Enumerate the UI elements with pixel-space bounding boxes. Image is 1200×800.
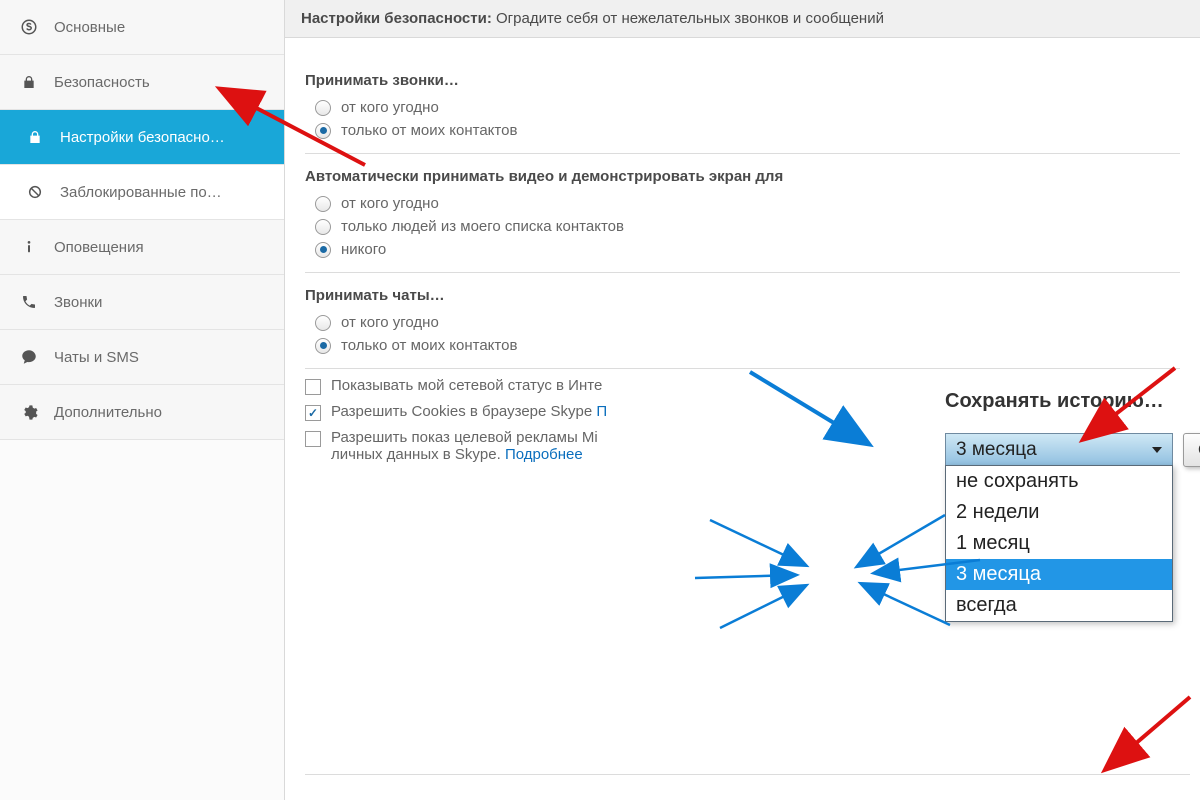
sidebar-item-security[interactable]: Безопасность <box>0 55 284 110</box>
radio-label: только от моих контактов <box>341 337 517 354</box>
radio-label: никого <box>341 241 386 258</box>
sidebar-label: Оповещения <box>54 239 144 256</box>
radio-icon <box>315 242 331 258</box>
section-chats-label: Принимать чаты… <box>305 287 1180 304</box>
sidebar-item-notifications[interactable]: Оповещения <box>0 220 284 275</box>
gear-icon <box>18 404 40 421</box>
checkbox-icon <box>305 405 321 421</box>
sidebar-label: Безопасность <box>54 74 150 91</box>
info-icon <box>18 239 40 255</box>
sidebar-item-advanced[interactable]: Дополнительно <box>0 385 284 440</box>
radio-video-anyone[interactable]: от кого угодно <box>315 195 1180 212</box>
sidebar-label: Дополнительно <box>54 404 162 421</box>
radio-calls-anyone[interactable]: от кого угодно <box>315 99 1180 116</box>
history-combo[interactable]: 3 месяца <box>945 433 1173 467</box>
sidebar-item-calls[interactable]: Звонки <box>0 275 284 330</box>
chevron-down-icon <box>1152 447 1162 453</box>
sidebar-label: Заблокированные по… <box>60 184 222 201</box>
lock-icon <box>18 74 40 90</box>
phone-icon <box>18 294 40 310</box>
dropdown-item[interactable]: 1 месяц <box>946 528 1172 559</box>
radio-icon <box>315 123 331 139</box>
radio-icon <box>315 219 331 235</box>
sidebar-item-security-settings[interactable]: Настройки безопасно… <box>0 110 284 165</box>
radio-chats-contacts[interactable]: только от моих контактов <box>315 337 1180 354</box>
header-title: Настройки безопасности: <box>301 10 492 27</box>
checkbox-icon <box>305 431 321 447</box>
header-subtitle: Оградите себя от нежелательных звонков и… <box>496 10 884 27</box>
radio-video-nobody[interactable]: никого <box>315 241 1180 258</box>
sidebar-item-general[interactable]: Основные <box>0 0 284 55</box>
radio-icon <box>315 100 331 116</box>
sidebar-item-blocked[interactable]: Заблокированные по… <box>0 165 284 220</box>
dropdown-item[interactable]: всегда <box>946 590 1172 621</box>
dropdown-item[interactable]: 2 недели <box>946 497 1172 528</box>
lock-icon <box>24 129 46 145</box>
radio-icon <box>315 196 331 212</box>
skype-icon <box>18 18 40 36</box>
radio-calls-contacts[interactable]: только от моих контактов <box>315 122 1180 139</box>
radio-icon <box>315 315 331 331</box>
sidebar-label: Чаты и SMS <box>54 349 139 366</box>
combo-value: 3 месяца <box>956 439 1037 461</box>
checkbox-icon <box>305 379 321 395</box>
sidebar-label: Основные <box>54 19 125 36</box>
history-block: Сохранять историю… 3 месяца Очистить ист… <box>945 390 1200 467</box>
divider <box>305 153 1180 154</box>
radio-icon <box>315 338 331 354</box>
cookies-link[interactable]: П <box>596 403 607 420</box>
check-label: Разрешить показ целевой рекламы Mi личны… <box>331 429 598 463</box>
main-panel: Настройки безопасности: Оградите себя от… <box>285 0 1200 800</box>
sidebar-label: Настройки безопасно… <box>60 129 225 146</box>
radio-label: от кого угодно <box>341 314 439 331</box>
divider <box>305 272 1180 273</box>
history-title: Сохранять историю… <box>945 390 1200 413</box>
dropdown-item[interactable]: не сохранять <box>946 466 1172 497</box>
radio-chats-anyone[interactable]: от кого угодно <box>315 314 1180 331</box>
history-dropdown[interactable]: не сохранять 2 недели 1 месяц 3 месяца в… <box>945 465 1173 622</box>
check-label: Показывать мой сетевой статус в Инте <box>331 377 602 394</box>
divider <box>305 774 1190 775</box>
sidebar: Основные Безопасность Настройки безопасн… <box>0 0 285 800</box>
section-video-label: Автоматически принимать видео и демонстр… <box>305 168 1180 185</box>
radio-label: от кого угодно <box>341 99 439 116</box>
block-icon <box>24 184 46 200</box>
sidebar-label: Звонки <box>54 294 102 311</box>
dropdown-item-selected[interactable]: 3 месяца <box>946 559 1172 590</box>
section-calls-label: Принимать звонки… <box>305 72 1180 89</box>
check-label: Разрешить Cookies в браузере Skype П <box>331 403 607 420</box>
ads-more-link[interactable]: Подробнее <box>505 446 583 463</box>
radio-label: только от моих контактов <box>341 122 517 139</box>
clear-history-button[interactable]: Очистить историю <box>1183 433 1200 467</box>
radio-video-contacts[interactable]: только людей из моего списка контактов <box>315 218 1180 235</box>
radio-label: от кого угодно <box>341 195 439 212</box>
sidebar-item-chats-sms[interactable]: Чаты и SMS <box>0 330 284 385</box>
chat-icon <box>18 348 40 366</box>
divider <box>305 368 1180 369</box>
radio-label: только людей из моего списка контактов <box>341 218 624 235</box>
header-bar: Настройки безопасности: Оградите себя от… <box>285 0 1200 38</box>
